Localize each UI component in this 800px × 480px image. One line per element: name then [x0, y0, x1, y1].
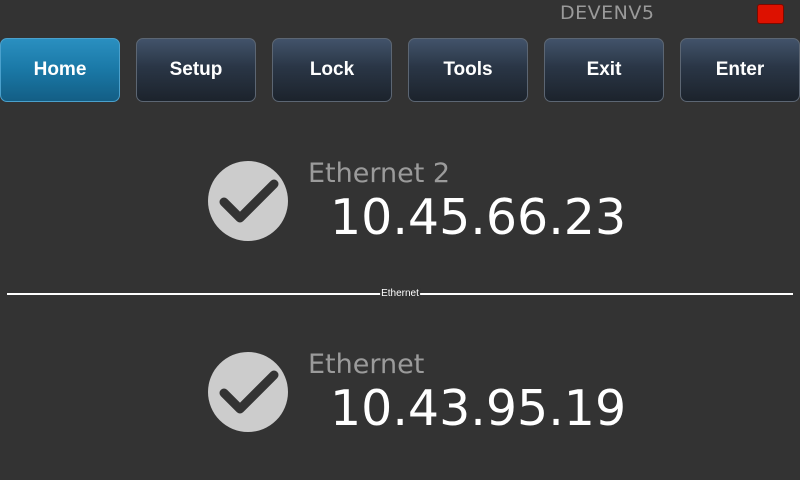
connection-item: Ethernet 2 10.45.66.23 [0, 150, 800, 250]
lock-button[interactable]: Lock [272, 38, 392, 102]
home-button[interactable]: Home [0, 38, 120, 102]
connection-ip: 10.43.95.19 [330, 380, 627, 437]
screen: DEVENV5 Home Setup Lock Tools Exit Enter… [0, 0, 800, 480]
hostname-label: DEVENV5 [560, 2, 655, 24]
tools-button[interactable]: Tools [408, 38, 528, 102]
enter-button[interactable]: Enter [680, 38, 800, 102]
connection-name: Ethernet 2 [308, 158, 451, 189]
connection-name: Ethernet [308, 349, 425, 380]
check-icon [208, 161, 288, 241]
exit-button[interactable]: Exit [544, 38, 664, 102]
check-icon [208, 352, 288, 432]
connection-ip: 10.45.66.23 [330, 189, 627, 246]
connection-item: Ethernet 10.43.95.19 [0, 341, 800, 441]
nav-bar: Home Setup Lock Tools Exit Enter [0, 38, 800, 102]
divider-label: Ethernet [380, 288, 420, 300]
setup-button[interactable]: Setup [136, 38, 256, 102]
status-indicator [757, 4, 784, 24]
